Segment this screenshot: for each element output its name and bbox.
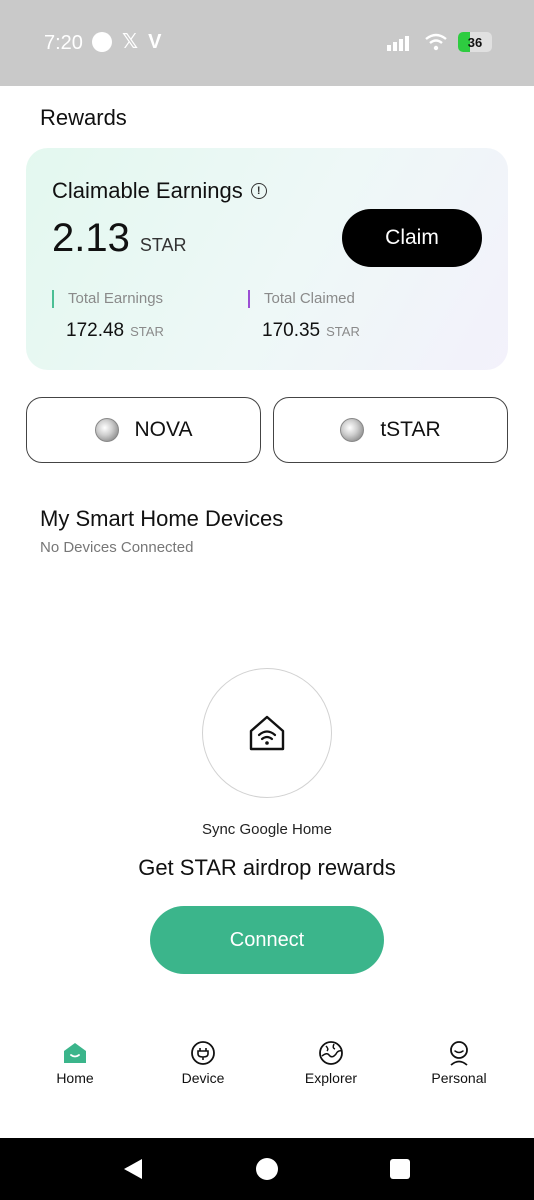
total-earnings-unit: STAR [130, 324, 164, 339]
total-claimed-value: 170.35 [262, 320, 321, 341]
bottom-navigation: Home Device Explorer Personal [0, 1040, 534, 1100]
smart-home-illustration [202, 668, 332, 798]
system-navigation-bar [0, 1138, 534, 1200]
x-app-icon: 𝕏 [122, 31, 139, 53]
home-icon [62, 1040, 88, 1066]
claimable-unit: STAR [139, 235, 187, 255]
nav-label-device: Device [181, 1070, 225, 1086]
info-icon[interactable]: ! [250, 183, 267, 199]
battery-text: 36 [467, 34, 483, 50]
airdrop-rewards-text: Get STAR airdrop rewards [138, 855, 396, 880]
signal-icon [387, 36, 409, 51]
earnings-card: Claimable Earnings ! 2.13 STAR Claim Tot… [26, 148, 508, 370]
nav-label-home: Home [56, 1070, 94, 1086]
claim-button[interactable]: Claim [342, 209, 482, 267]
claimable-earnings-title: Claimable Earnings [52, 178, 243, 203]
nav-label-explorer: Explorer [304, 1070, 358, 1086]
devices-subtitle: No Devices Connected [40, 539, 194, 556]
home-circle-icon[interactable] [256, 1158, 278, 1180]
total-earnings-stat: Total Earnings 172.48 STAR [52, 290, 164, 342]
page-title: Rewards [40, 105, 127, 130]
smart-home-icon [249, 715, 285, 751]
total-earnings-value-row: 172.48 STAR [52, 320, 164, 342]
wifi-icon [425, 33, 447, 51]
circle-notification-icon [92, 32, 112, 52]
globe-icon [318, 1040, 344, 1066]
nav-item-personal[interactable]: Personal [404, 1040, 514, 1086]
system-status-icons: 36 [386, 32, 492, 52]
card-title-row: Claimable Earnings ! [52, 178, 267, 204]
battery-icon: 36 [458, 32, 492, 52]
total-earnings-label: Total Earnings [52, 290, 164, 308]
sync-google-home-text: Sync Google Home [201, 821, 333, 838]
recent-apps-icon[interactable] [390, 1159, 410, 1179]
devices-section-title: My Smart Home Devices [40, 506, 284, 531]
nav-item-explorer[interactable]: Explorer [276, 1040, 386, 1086]
nav-item-home[interactable]: Home [20, 1040, 130, 1086]
plug-icon [190, 1040, 216, 1066]
total-claimed-unit: STAR [326, 324, 360, 339]
back-icon[interactable] [122, 1158, 144, 1180]
total-claimed-value-row: 170.35 STAR [248, 320, 360, 342]
total-earnings-value: 172.48 [66, 320, 125, 341]
total-claimed-label: Total Claimed [248, 290, 360, 308]
nova-token-button[interactable]: NOVA [26, 397, 261, 463]
nav-item-device[interactable]: Device [148, 1040, 258, 1086]
status-time: 7:20 [44, 32, 83, 54]
total-claimed-stat: Total Claimed 170.35 STAR [248, 290, 360, 342]
tstar-token-icon [340, 418, 365, 442]
tstar-token-label: tSTAR [380, 418, 441, 441]
nova-token-icon [94, 418, 119, 442]
claimable-value: 2.13 [52, 216, 130, 260]
person-icon [446, 1040, 472, 1066]
connect-button[interactable]: Connect [150, 906, 384, 974]
claimable-amount: 2.13 STAR [52, 216, 187, 261]
status-bar: 7:20 𝕏 V 36 [0, 0, 534, 86]
nova-token-label: NOVA [134, 418, 193, 441]
notification-icons: 𝕏 V [92, 32, 161, 52]
tstar-token-button[interactable]: tSTAR [273, 397, 508, 463]
nav-label-personal: Personal [431, 1070, 487, 1086]
v-app-icon: V [148, 31, 162, 53]
